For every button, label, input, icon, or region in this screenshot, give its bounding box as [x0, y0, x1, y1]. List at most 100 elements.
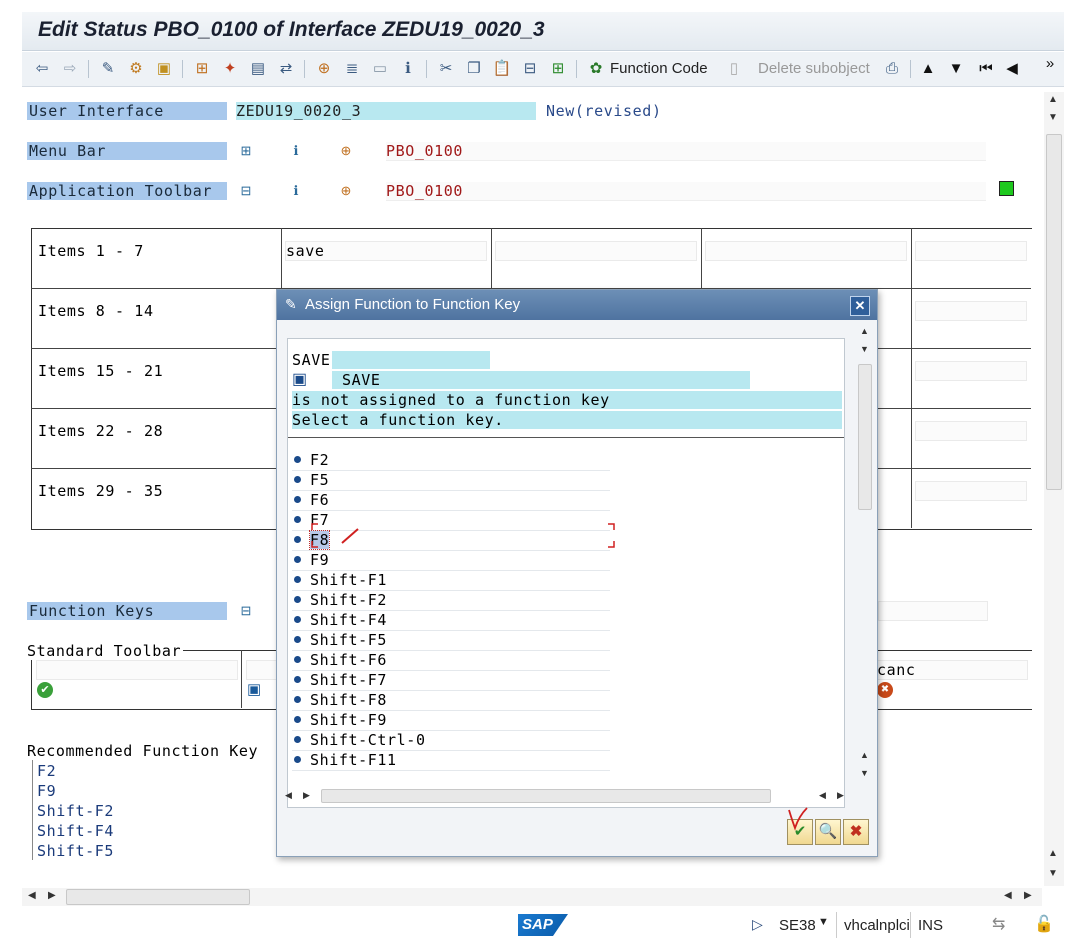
- menu-bar-field[interactable]: PBO_0100: [386, 142, 986, 161]
- close-icon[interactable]: ✕: [850, 296, 870, 316]
- display-change-icon[interactable]: ✎: [98, 59, 118, 79]
- hierarchy-icon[interactable]: ⊕: [337, 182, 355, 200]
- items-row-label: Items 1 - 7: [38, 242, 144, 260]
- navigate-icon[interactable]: ⇄: [276, 59, 296, 79]
- scroll-left-icon[interactable]: ◀: [28, 890, 36, 901]
- dialog-vertical-scrollbar[interactable]: ▲ ▼ ▲ ▼: [857, 324, 873, 786]
- insert-line-icon[interactable]: ⊞: [548, 59, 568, 79]
- scroll-up-icon[interactable]: ▲: [860, 750, 869, 760]
- scroll-right-icon[interactable]: ▶: [837, 790, 844, 801]
- scroll-left-icon[interactable]: ◀: [1004, 890, 1012, 901]
- key-option[interactable]: Shift-F6: [292, 650, 610, 671]
- activate-icon[interactable]: ⊞: [192, 59, 212, 79]
- list-icon[interactable]: ≣: [342, 59, 362, 79]
- back-arrow-icon[interactable]: ⇦: [32, 59, 52, 79]
- key-option[interactable]: Shift-F11: [292, 750, 610, 771]
- standard-toolbar-cell[interactable]: [246, 660, 278, 680]
- scroll-down-icon[interactable]: ▼: [1048, 868, 1058, 879]
- scroll-down-icon[interactable]: ▼: [1048, 112, 1058, 123]
- application-toolbar-field[interactable]: PBO_0100: [386, 182, 986, 201]
- hierarchy-icon[interactable]: ⊕: [337, 142, 355, 160]
- user-interface-field[interactable]: ZEDU19_0020_3: [236, 102, 536, 120]
- item-cell[interactable]: [705, 241, 907, 261]
- item-cell[interactable]: [915, 361, 1027, 381]
- function-keys-label: Function Keys: [27, 602, 227, 620]
- scrollbar-thumb[interactable]: [1046, 134, 1062, 490]
- key-option[interactable]: Shift-F1: [292, 570, 610, 591]
- copy-icon[interactable]: ❐: [464, 59, 484, 79]
- item-cell[interactable]: [915, 301, 1027, 321]
- layout-icon[interactable]: ▭: [370, 59, 390, 79]
- status-bar: SAP ▷ SE38 ▼ vhcalnplci INS ⇆ 🔓: [0, 908, 1066, 942]
- where-used-icon[interactable]: ▤: [248, 59, 268, 79]
- function-key-field[interactable]: [878, 601, 988, 621]
- key-option[interactable]: F2: [292, 450, 610, 471]
- main-horizontal-scrollbar[interactable]: ◀ ▶ ◀ ▶: [22, 888, 1042, 906]
- scroll-right-icon[interactable]: ▶: [48, 890, 56, 901]
- scroll-down-icon[interactable]: ▼: [860, 344, 869, 354]
- hierarchy-icon[interactable]: ⊕: [314, 59, 334, 79]
- delete-line-icon[interactable]: ⊟: [520, 59, 540, 79]
- key-option[interactable]: Shift-F2: [292, 590, 610, 611]
- collapse-icon[interactable]: ⊟: [237, 182, 255, 200]
- scrollbar-thumb[interactable]: [858, 364, 872, 510]
- key-option[interactable]: Shift-F7: [292, 670, 610, 691]
- more-icon[interactable]: »: [1040, 54, 1060, 74]
- page-down-icon[interactable]: ▼: [946, 59, 966, 79]
- function-code-button[interactable]: Function Code: [610, 60, 708, 77]
- scrollbar-thumb[interactable]: [66, 889, 250, 905]
- dialog-horizontal-scrollbar[interactable]: ◀ ▶ ◀ ▶: [281, 788, 853, 804]
- function-text: SAVE: [332, 371, 750, 389]
- transaction-code[interactable]: SE38: [779, 917, 816, 934]
- scroll-right-icon[interactable]: ▶: [1024, 890, 1032, 901]
- main-vertical-scrollbar[interactable]: ▲ ▼ ▲ ▼: [1044, 92, 1064, 886]
- item-cell[interactable]: [915, 421, 1027, 441]
- forward-arrow-icon[interactable]: ⇨: [60, 59, 80, 79]
- collapse-icon[interactable]: ⊟: [237, 602, 255, 620]
- cancel-button[interactable]: ✖: [843, 819, 869, 845]
- key-option[interactable]: Shift-F8: [292, 690, 610, 711]
- scroll-down-icon[interactable]: ▼: [860, 768, 869, 778]
- scroll-left-icon[interactable]: ◀: [819, 790, 826, 801]
- expand-icon[interactable]: ⊞: [237, 142, 255, 160]
- dropdown-icon[interactable]: ▼: [818, 916, 829, 928]
- info-icon[interactable]: ℹ: [287, 182, 305, 200]
- info-icon[interactable]: ℹ: [398, 59, 418, 79]
- play-icon[interactable]: ▷: [752, 916, 763, 933]
- scroll-right-icon[interactable]: ▶: [303, 790, 310, 801]
- item-cell[interactable]: [495, 241, 697, 261]
- item-cell[interactable]: [915, 241, 1027, 261]
- search-button[interactable]: 🔍: [815, 819, 841, 845]
- key-option[interactable]: Shift-F5: [292, 630, 610, 651]
- previous-icon[interactable]: ◀: [1002, 59, 1022, 79]
- check-icon[interactable]: ▣: [154, 59, 174, 79]
- cut-icon[interactable]: ✂: [436, 59, 456, 79]
- first-page-icon[interactable]: ⏮: [976, 59, 996, 79]
- print-icon[interactable]: ⎙: [882, 59, 902, 79]
- recommended-key: F9: [37, 782, 57, 800]
- key-option[interactable]: Shift-F4: [292, 610, 610, 631]
- server-name: vhcalnplci: [844, 917, 910, 934]
- cancel-cell[interactable]: canc: [876, 660, 1028, 680]
- scroll-up-icon[interactable]: ▲: [860, 326, 869, 336]
- save-icon: ▣: [247, 681, 262, 698]
- function-code-icon[interactable]: ✿: [586, 59, 606, 79]
- recommended-bracket: [32, 760, 33, 860]
- magic-wand-icon[interactable]: ✦: [220, 59, 240, 79]
- item-cell[interactable]: [915, 481, 1027, 501]
- paste-icon[interactable]: 📋: [492, 59, 512, 79]
- scrollbar-thumb[interactable]: [321, 789, 771, 803]
- key-option[interactable]: Shift-F9: [292, 710, 610, 731]
- key-option[interactable]: Shift-Ctrl-0: [292, 730, 610, 751]
- scroll-up-icon[interactable]: ▲: [1048, 94, 1058, 105]
- scroll-left-icon[interactable]: ◀: [285, 790, 292, 801]
- standard-toolbar-cell[interactable]: [36, 660, 238, 680]
- key-option[interactable]: F5: [292, 470, 610, 491]
- active-inactive-icon[interactable]: ⚙: [126, 59, 146, 79]
- scroll-up-icon[interactable]: ▲: [1048, 848, 1058, 859]
- item-cell-save[interactable]: save: [285, 241, 487, 261]
- page-up-icon[interactable]: ▲: [918, 59, 938, 79]
- delete-subobject-button[interactable]: Delete subobject: [758, 60, 870, 77]
- info-icon[interactable]: ℹ: [287, 142, 305, 160]
- key-option[interactable]: F6: [292, 490, 610, 511]
